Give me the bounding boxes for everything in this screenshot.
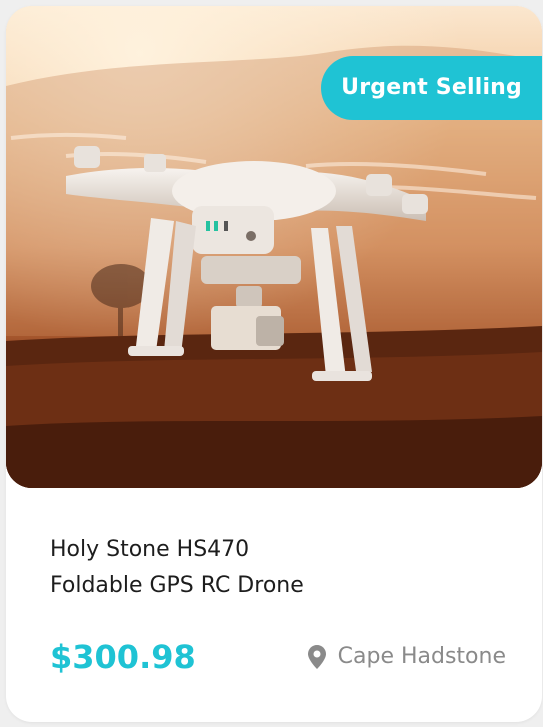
product-image[interactable]: Urgent Selling <box>6 6 542 488</box>
location-label: Cape Hadstone <box>337 644 506 669</box>
product-title-line-1: Holy Stone HS470 <box>50 537 250 562</box>
map-pin-icon <box>307 644 326 669</box>
product-location: Cape Hadstone <box>307 644 506 669</box>
product-price: $300.98 <box>50 638 196 676</box>
product-card[interactable]: Urgent Selling Holy Stone HS470 Foldable… <box>6 6 542 722</box>
product-title[interactable]: Holy Stone HS470 Foldable GPS RC Drone <box>50 532 510 604</box>
urgent-selling-badge: Urgent Selling <box>321 56 542 120</box>
product-title-line-2: Foldable GPS RC Drone <box>50 573 304 598</box>
